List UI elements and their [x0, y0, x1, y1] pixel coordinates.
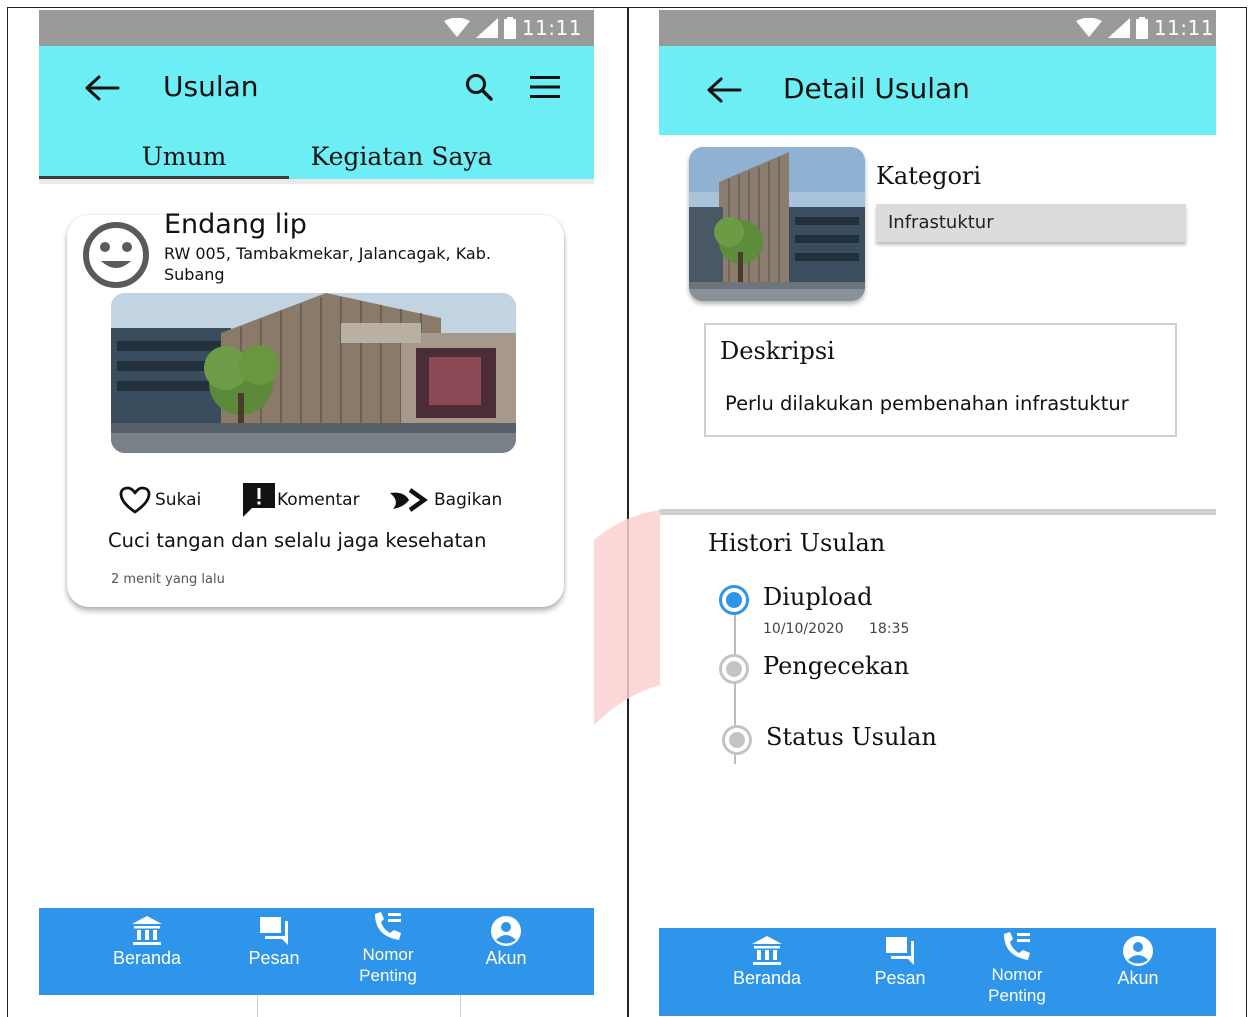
signal-icon — [1107, 18, 1130, 38]
heart-icon — [119, 486, 151, 514]
usulan-screen: 11:11 Usulan Umum Kegiatan Saya Endang l… — [39, 10, 594, 995]
bank-icon — [132, 916, 162, 945]
section-divider — [659, 509, 1216, 515]
post-address: RW 005, Tambakmekar, Jalancagak, Kab. Su… — [164, 244, 491, 284]
status-time: 11:11 — [521, 16, 582, 40]
nav-akun-label: Akun — [485, 948, 527, 968]
share-forward-icon — [390, 488, 428, 512]
post-text: Cuci tangan dan selalu jaga kesehatan — [108, 529, 487, 552]
step-status-usulan-label: Status Usulan — [766, 723, 937, 751]
battery-icon — [503, 17, 516, 39]
nav-pesan[interactable]: Pesan — [850, 928, 950, 1016]
nav-akun[interactable]: Akun — [1088, 928, 1188, 1016]
share-button[interactable]: Bagikan — [390, 483, 502, 517]
search-icon[interactable] — [465, 73, 493, 101]
usulan-photo[interactable] — [689, 147, 865, 301]
arrow-left-icon[interactable] — [706, 76, 742, 104]
bottom-navigation: Beranda Pesan Nomor Penting Akun — [39, 908, 594, 995]
nav-akun[interactable]: Akun — [456, 908, 556, 995]
nav-nomor-penting[interactable]: Nomor Penting — [967, 928, 1067, 1016]
like-label: Sukai — [155, 490, 202, 510]
page-title: Usulan — [163, 70, 259, 103]
status-bar: 11:11 — [659, 10, 1216, 46]
histori-title: Histori Usulan — [708, 529, 886, 557]
watermark-shape — [594, 510, 660, 725]
like-button[interactable]: Sukai — [119, 483, 201, 517]
nav-akun-label: Akun — [1117, 968, 1159, 988]
post-photo[interactable] — [111, 293, 516, 453]
wifi-icon — [1075, 18, 1102, 37]
app-bar: Detail Usulan — [659, 46, 1216, 135]
post-card[interactable]: Endang lip RW 005, Tambakmekar, Jalancag… — [67, 209, 564, 607]
nav-nomor-penting-label: Nomor Penting — [988, 965, 1046, 1005]
detail-usulan-screen: 11:11 Detail Usulan Kategori Infrastuktu… — [659, 10, 1216, 1017]
account-icon — [1123, 936, 1153, 966]
signal-icon — [475, 18, 498, 38]
step-pengecekan-label: Pengecekan — [763, 652, 910, 680]
comment-label: Komentar — [277, 490, 360, 510]
wifi-icon — [443, 18, 470, 37]
bank-icon — [752, 936, 782, 965]
nav-beranda[interactable]: Beranda — [97, 908, 197, 995]
bottom-navigation: Beranda Pesan Nomor Penting Akun — [659, 928, 1216, 1016]
tab-underline — [39, 179, 594, 184]
post-author: Endang lip — [164, 209, 307, 240]
tab-umum[interactable]: Umum — [39, 132, 329, 180]
nav-beranda[interactable]: Beranda — [717, 928, 817, 1016]
deskripsi-box: Deskripsi Perlu dilakukan pembenahan inf… — [704, 323, 1177, 437]
arrow-left-icon[interactable] — [84, 74, 120, 102]
message-icon — [260, 917, 288, 945]
radio-inactive-icon — [722, 725, 752, 755]
nav-nomor-penting-label: Nomor Penting — [359, 945, 417, 985]
step-diupload-time: 18:35 — [869, 621, 910, 637]
radio-inactive-icon — [719, 654, 749, 684]
tab-indicator — [39, 176, 289, 179]
radio-active-icon — [719, 585, 749, 615]
nav-pesan-label: Pesan — [874, 968, 926, 988]
deskripsi-label: Deskripsi — [720, 337, 835, 365]
comment-button[interactable]: Komentar — [243, 483, 360, 517]
status-bar: 11:11 — [39, 10, 594, 46]
nav-beranda-label: Beranda — [732, 968, 802, 988]
post-timestamp: 2 menit yang lalu — [111, 572, 225, 587]
tab-bar: Umum Kegiatan Saya — [39, 132, 594, 180]
phone-book-icon — [1004, 932, 1030, 960]
smiley-avatar-icon — [83, 222, 149, 288]
nav-beranda-label: Beranda — [112, 948, 182, 968]
tab-kegiatan-saya[interactable]: Kegiatan Saya — [289, 132, 514, 180]
nav-pesan-label: Pesan — [248, 948, 300, 968]
deskripsi-text: Perlu dilakukan pembenahan infrastuktur — [725, 392, 1129, 415]
below-nav-stub — [257, 995, 461, 1017]
hamburger-menu-icon[interactable] — [530, 76, 560, 98]
message-icon — [886, 937, 914, 965]
battery-icon — [1135, 17, 1148, 39]
step-diupload-date: 10/10/2020 — [763, 621, 844, 637]
nav-nomor-penting[interactable]: Nomor Penting — [338, 908, 438, 995]
kategori-label: Kategori — [876, 162, 982, 190]
comment-alert-icon — [243, 483, 275, 517]
share-label: Bagikan — [434, 490, 503, 510]
status-time: 11:11 — [1153, 16, 1214, 40]
step-diupload-label: Diupload — [763, 583, 873, 611]
phone-book-icon — [375, 912, 401, 940]
account-icon — [491, 916, 521, 946]
page-title: Detail Usulan — [783, 72, 970, 105]
kategori-value: Infrastuktur — [876, 204, 1186, 242]
nav-pesan[interactable]: Pesan — [224, 908, 324, 995]
